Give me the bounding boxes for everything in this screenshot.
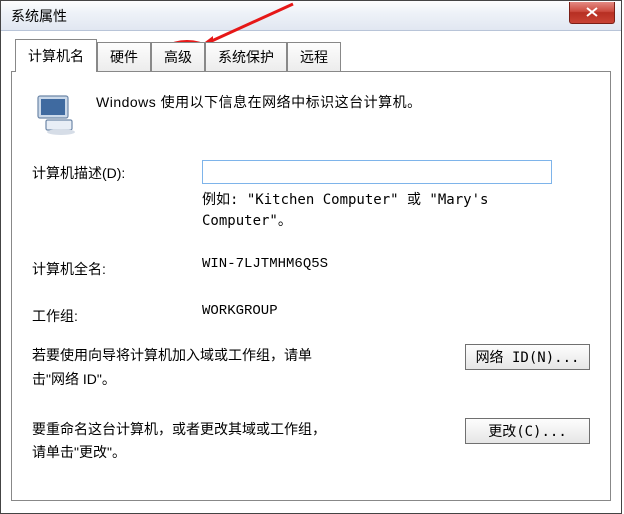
- change-text-line1: 要重命名这台计算机，或者更改其域或工作组，: [32, 421, 326, 437]
- change-button[interactable]: 更改(C)...: [465, 418, 590, 444]
- tab-panel: Windows 使用以下信息在网络中标识这台计算机。 计算机描述(D): 例如:…: [11, 71, 611, 501]
- client-area: 计算机名 硬件 高级 系统保护 远程 Windows 使用以下信息在网络中标识这…: [1, 31, 621, 513]
- tab-system-protection[interactable]: 系统保护: [205, 42, 287, 71]
- tab-remote[interactable]: 远程: [287, 42, 341, 71]
- description-hint-line2: Computer"。: [202, 213, 292, 229]
- tab-computer-name[interactable]: 计算机名: [15, 39, 97, 72]
- description-label: 计算机描述(D):: [32, 160, 202, 183]
- change-text-line2: 请单击"更改"。: [32, 444, 126, 460]
- description-input[interactable]: [202, 160, 552, 184]
- netid-text-line2: 击"网络 ID"。: [32, 371, 116, 387]
- tab-advanced[interactable]: 高级: [151, 42, 205, 71]
- fullname-label: 计算机全名:: [32, 256, 202, 279]
- system-properties-window: 系统属性 计算机名 硬件 高级 系统保护 远程: [0, 0, 622, 514]
- computer-icon: [32, 90, 80, 138]
- titlebar[interactable]: 系统属性: [1, 1, 621, 31]
- close-button[interactable]: [569, 2, 615, 24]
- intro-row: Windows 使用以下信息在网络中标识这台计算机。: [32, 90, 590, 138]
- intro-text: Windows 使用以下信息在网络中标识这台计算机。: [96, 90, 422, 138]
- window-title: 系统属性: [11, 6, 67, 26]
- network-id-button[interactable]: 网络 ID(N)...: [465, 344, 590, 370]
- tabstrip: 计算机名 硬件 高级 系统保护 远程: [11, 39, 611, 71]
- workgroup-label: 工作组:: [32, 303, 202, 326]
- close-icon: [586, 7, 598, 17]
- fullname-value: WIN-7LJTMHM6Q5S: [202, 256, 590, 272]
- netid-text-line1: 若要使用向导将计算机加入域或工作组，请单: [32, 347, 312, 363]
- tab-hardware[interactable]: 硬件: [97, 42, 151, 71]
- workgroup-value: WORKGROUP: [202, 303, 590, 319]
- description-hint-line1: 例如: "Kitchen Computer" 或 "Mary's: [202, 192, 488, 208]
